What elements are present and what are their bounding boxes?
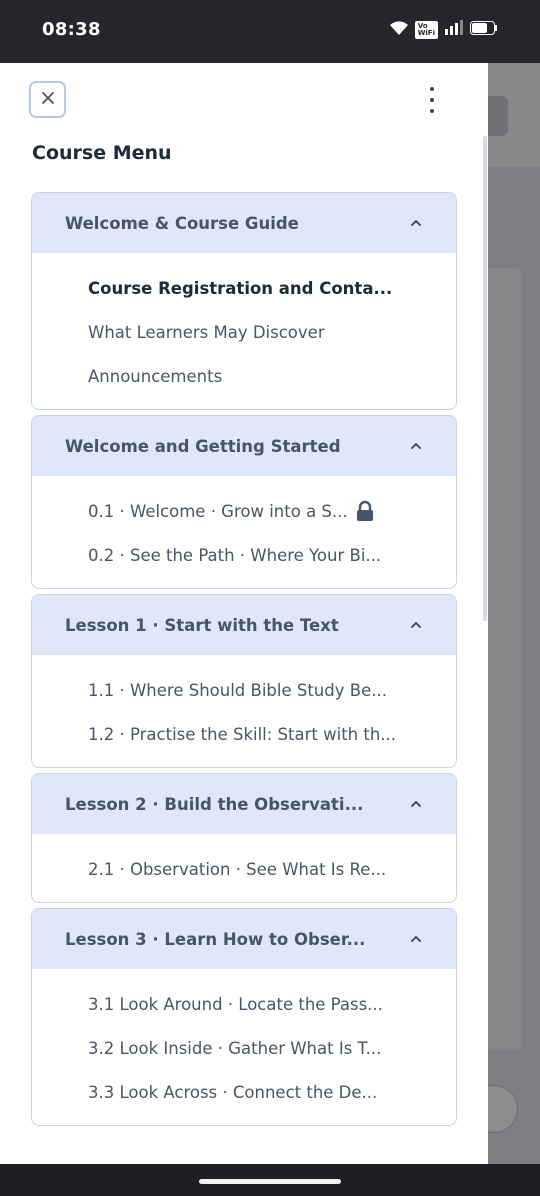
course-sections: Welcome & Course Guide Course Registratio… (31, 192, 457, 1131)
section-header[interactable]: Lesson 2 · Build the Observati... (32, 774, 456, 834)
close-button[interactable] (29, 81, 66, 118)
section-items: 1.1 · Where Should Bible Study Be... 1.2 … (32, 655, 456, 767)
status-icons: Vo WiFi (389, 20, 498, 40)
background-card (488, 268, 522, 1050)
chevron-up-icon[interactable] (409, 618, 423, 632)
section-title: Lesson 3 · Learn How to Obser... (65, 929, 366, 949)
vowifi-bottom-text: WiFi (417, 29, 435, 37)
section-header[interactable]: Welcome & Course Guide (32, 193, 456, 253)
lesson-item-label: 1.1 · Where Should Bible Study Be... (88, 680, 387, 700)
more-options-icon[interactable] (424, 87, 440, 113)
section-header[interactable]: Lesson 1 · Start with the Text (32, 595, 456, 655)
lesson-item-label: 3.3 Look Across · Connect the De... (88, 1082, 378, 1102)
status-time: 08:38 (42, 19, 101, 40)
lesson-item-label: What Learners May Discover (88, 322, 325, 342)
lesson-item[interactable]: 2.1 · Observation · See What Is Re... (32, 847, 456, 891)
lesson-item[interactable]: 3.3 Look Across · Connect the De... (32, 1070, 456, 1114)
lesson-item-label: 3.2 Look Inside · Gather What Is T... (88, 1038, 382, 1058)
lesson-item[interactable]: Announcements (32, 354, 456, 398)
background-app (488, 63, 540, 1164)
section-title: Lesson 2 · Build the Observati... (65, 794, 364, 814)
background-topbar (488, 63, 540, 167)
lesson-item[interactable]: Course Registration and Conta... (32, 266, 456, 310)
moon-icon (488, 96, 508, 136)
section-items: Course Registration and Conta... What Lea… (32, 253, 456, 409)
lesson-item[interactable]: 3.2 Look Inside · Gather What Is T... (32, 1026, 456, 1070)
lesson-item-label: Announcements (88, 366, 223, 386)
chevron-up-icon[interactable] (409, 797, 423, 811)
course-section: Lesson 2 · Build the Observati... 2.1 · O… (31, 773, 457, 903)
course-menu-title: Course Menu (32, 142, 172, 164)
background-menu-button (488, 1085, 518, 1133)
lesson-item[interactable]: 0.2 · See the Path · Where Your Bi... (32, 533, 456, 577)
section-header[interactable]: Lesson 3 · Learn How to Obser... (32, 909, 456, 969)
home-indicator[interactable] (199, 1179, 341, 1184)
course-section: Lesson 3 · Learn How to Obser... 3.1 Look… (31, 908, 457, 1126)
lesson-item-label: 2.1 · Observation · See What Is Re... (88, 859, 387, 879)
lesson-item[interactable]: 1.2 · Practise the Skill: Start with th.… (32, 712, 456, 756)
close-icon (40, 90, 56, 110)
section-title: Welcome and Getting Started (65, 436, 341, 456)
lesson-item-label: 0.1 · Welcome · Grow into a S... (88, 501, 348, 521)
lesson-item[interactable]: 3.1 Look Around · Locate the Pass... (32, 982, 456, 1026)
lesson-item-label: Course Registration and Conta... (88, 278, 393, 298)
chevron-up-icon[interactable] (409, 932, 423, 946)
lesson-item-label: 0.2 · See the Path · Where Your Bi... (88, 545, 382, 565)
lesson-item[interactable]: 1.1 · Where Should Bible Study Be... (32, 668, 456, 712)
course-section: Welcome and Getting Started 0.1 · Welcome… (31, 415, 457, 589)
lesson-item-label: 3.1 Look Around · Locate the Pass... (88, 994, 383, 1014)
section-items: 0.1 · Welcome · Grow into a S... 0.2 · Se… (32, 476, 456, 588)
status-bar: 08:38 Vo WiFi (0, 0, 540, 63)
vowifi-icon: Vo WiFi (414, 21, 438, 39)
section-items: 2.1 · Observation · See What Is Re... (32, 834, 456, 902)
course-section: Lesson 1 · Start with the Text 1.1 · Wher… (31, 594, 457, 768)
section-title: Lesson 1 · Start with the Text (65, 615, 339, 635)
section-items: 3.1 Look Around · Locate the Pass... 3.2 … (32, 969, 456, 1125)
section-header[interactable]: Welcome and Getting Started (32, 416, 456, 476)
chevron-up-icon[interactable] (409, 439, 423, 453)
chevron-up-icon[interactable] (409, 216, 423, 230)
course-menu-drawer: Course Menu Welcome & Course Guide Course… (0, 63, 488, 1164)
lesson-item[interactable]: 0.1 · Welcome · Grow into a S... (32, 489, 456, 533)
lock-icon (354, 500, 376, 522)
lesson-item[interactable]: What Learners May Discover (32, 310, 456, 354)
course-section: Welcome & Course Guide Course Registratio… (31, 192, 457, 410)
battery-icon (470, 20, 498, 40)
lesson-item-label: 1.2 · Practise the Skill: Start with th.… (88, 724, 397, 744)
wifi-icon (389, 20, 409, 40)
section-title: Welcome & Course Guide (65, 213, 299, 233)
navigation-bar (0, 1164, 540, 1196)
drawer-scrollbar[interactable] (483, 136, 487, 621)
signal-icon (444, 20, 464, 40)
